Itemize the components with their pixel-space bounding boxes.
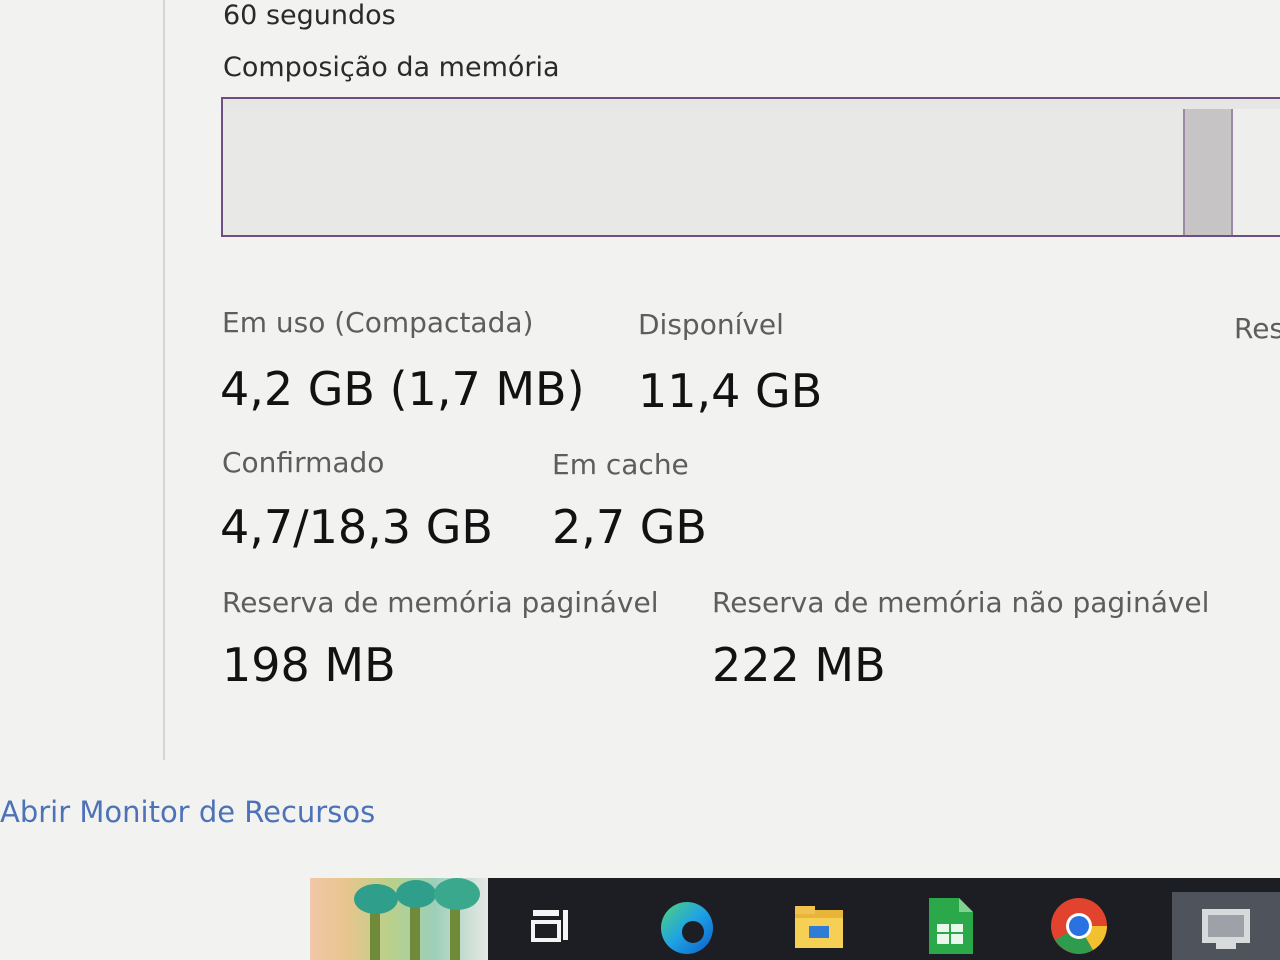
edge-icon[interactable] bbox=[652, 892, 722, 960]
nonpaged-pool-value: 222 MB bbox=[712, 638, 886, 692]
chrome-icon[interactable] bbox=[1044, 892, 1114, 960]
available-value: 11,4 GB bbox=[638, 364, 823, 418]
reserved-label-partial: Res bbox=[1234, 312, 1280, 345]
cached-label: Em cache bbox=[552, 448, 689, 481]
cached-value: 2,7 GB bbox=[552, 500, 707, 554]
in-use-value: 4,2 GB (1,7 MB) bbox=[220, 362, 585, 416]
in-use-segment[interactable] bbox=[223, 109, 1183, 235]
active-app-icon[interactable] bbox=[1172, 892, 1280, 960]
taskbar-bar bbox=[488, 878, 1280, 960]
memory-composition-bar[interactable] bbox=[221, 97, 1280, 237]
modified-segment[interactable] bbox=[1183, 109, 1233, 235]
libreoffice-calc-icon[interactable] bbox=[914, 892, 984, 960]
paged-pool-label: Reserva de memória paginável bbox=[222, 586, 659, 619]
standby-segment[interactable] bbox=[1233, 109, 1280, 235]
taskbar bbox=[0, 878, 1280, 960]
file-explorer-icon[interactable] bbox=[784, 892, 854, 960]
time-window-label: 60 segundos bbox=[223, 0, 396, 31]
committed-value: 4,7/18,3 GB bbox=[220, 500, 493, 554]
memory-composition-label: Composição da memória bbox=[223, 52, 560, 83]
task-view-icon[interactable] bbox=[516, 892, 586, 960]
open-resource-monitor-link[interactable]: Abrir Monitor de Recursos bbox=[0, 795, 375, 829]
desktop-wallpaper bbox=[310, 878, 488, 960]
in-use-label: Em uso (Compactada) bbox=[222, 306, 534, 339]
paged-pool-value: 198 MB bbox=[222, 638, 396, 692]
nonpaged-pool-label: Reserva de memória não paginável bbox=[712, 586, 1210, 619]
committed-label: Confirmado bbox=[222, 446, 385, 479]
panel-divider bbox=[163, 0, 165, 760]
available-label: Disponível bbox=[638, 308, 784, 341]
